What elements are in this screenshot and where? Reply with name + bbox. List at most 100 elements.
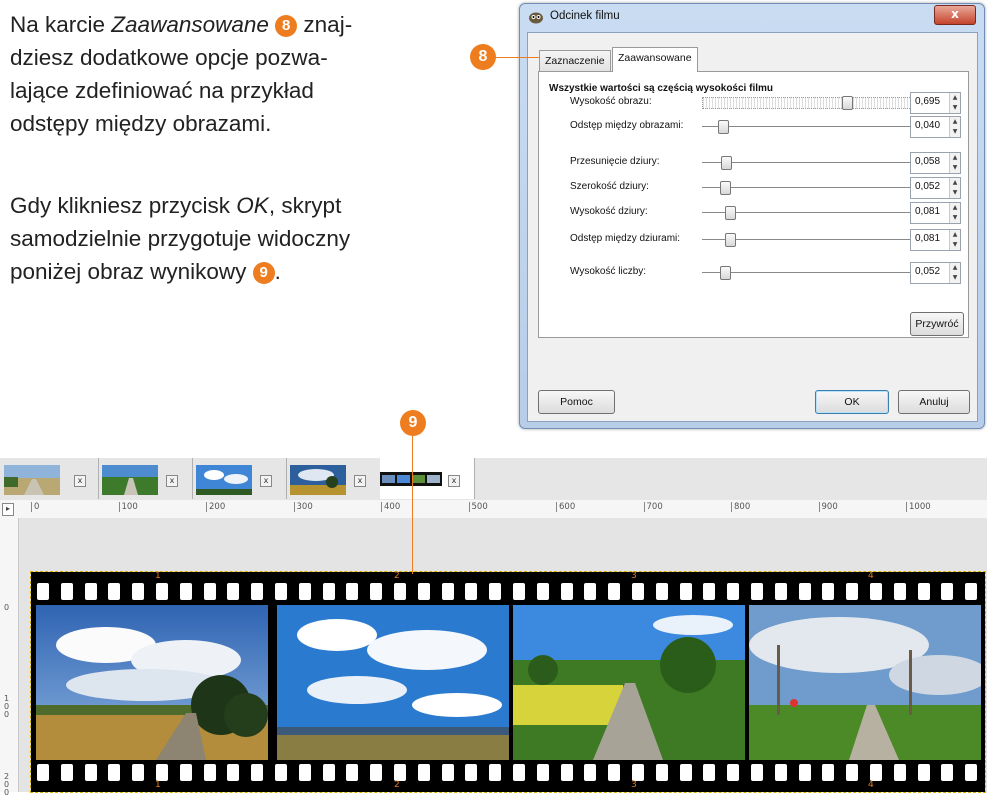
slider-label: Przesunięcie dziury: [570,156,660,167]
slider-thumb[interactable] [719,266,731,280]
close-tab-icon[interactable]: x [74,475,86,487]
dialog-title: Odcinek filmu [550,10,620,22]
slider-thumb[interactable] [842,96,854,110]
spinbox-value[interactable]: 0,081 [915,233,940,244]
film-strip-dialog: Odcinek filmu x Zaznaczenie Zaawansowane… [519,3,985,429]
sprocket-hole [632,583,644,600]
value-spinbox[interactable]: 0,058 ▲ ▼ [910,152,961,174]
spin-arrows-icon[interactable]: ▲ ▼ [949,263,960,283]
sprocket-hole [132,764,145,781]
sprocket-hole [132,583,145,600]
spinbox-value[interactable]: 0,695 [915,96,940,107]
sprocket-hole [798,764,811,781]
quick-mask-toggle-icon[interactable]: ▸ [2,503,14,516]
sprocket-hole [298,764,311,781]
close-tab-icon[interactable]: x [166,475,178,487]
sprocket-hole [822,764,835,781]
sprocket-hole [298,583,311,600]
close-tab-icon[interactable]: x [354,475,366,487]
text-line: dziesz dodatkowe opcje pozwa- [10,45,328,70]
spin-arrows-icon[interactable]: ▲ ▼ [949,153,960,173]
spin-arrows-icon[interactable]: ▲ ▼ [949,203,960,223]
slider-track[interactable] [702,162,920,163]
image-tab-3[interactable]: x [192,458,287,499]
value-spinbox[interactable]: 0,081 ▲ ▼ [910,229,961,251]
image-thumbnail [196,465,252,495]
image-tab-2[interactable]: x [98,458,193,499]
sprocket-hole [275,764,287,781]
sprocket-hole [489,764,502,781]
spin-arrows-icon[interactable]: ▲ ▼ [949,117,960,137]
film-frame-3 [513,605,745,760]
gimp-icon [529,12,543,24]
slider-track[interactable] [702,272,920,273]
sprocket-hole [417,583,430,600]
ok-button[interactable]: OK [815,390,889,414]
spinbox-value[interactable]: 0,081 [915,206,940,217]
sprocket-hole [227,764,240,781]
slider-thumb[interactable] [725,206,737,220]
image-tab-film-result[interactable]: x [380,458,475,499]
text-fragment: . [274,259,281,284]
sprocket-hole [394,583,406,600]
image-tab-4[interactable]: x [286,458,381,499]
sprocket-hole [846,764,859,781]
sprocket-hole [751,764,763,781]
spinbox-value[interactable]: 0,058 [915,156,940,167]
callout-8-line [494,57,540,58]
sprocket-hole [941,764,954,781]
sprocket-hole [774,583,787,600]
close-button[interactable]: x [934,5,976,25]
sprocket-hole [37,764,49,781]
slider-track[interactable] [702,187,920,188]
sprocket-hole [203,764,216,781]
help-button[interactable]: Pomoc [538,390,615,414]
close-tab-icon[interactable]: x [448,475,460,487]
sprocket-hole [584,583,597,600]
sprocket-hole [560,583,573,600]
ruler-label: 600 [556,502,575,512]
sprocket-hole [37,583,49,600]
sprocket-hole [655,583,668,600]
value-spinbox[interactable]: 0,052 ▲ ▼ [910,177,961,199]
sprocket-hole [679,583,692,600]
slider-thumb[interactable] [721,156,733,170]
image-thumbnail [4,465,60,495]
spin-arrows-icon[interactable]: ▲ ▼ [949,230,960,250]
reset-button[interactable]: Przywróć [910,312,964,336]
sprocket-hole [156,583,168,600]
slider-track[interactable] [702,126,920,127]
sprocket-hole [608,764,621,781]
value-spinbox[interactable]: 0,081 ▲ ▼ [910,202,961,224]
sprocket-hole [203,583,216,600]
close-tab-icon[interactable]: x [260,475,272,487]
horizontal-ruler[interactable]: ▸ 01002003004005006007008009001000110 [0,500,987,519]
ruler-label: 300 [293,502,313,512]
spin-arrows-icon[interactable]: ▲ ▼ [949,93,960,113]
slider-thumb[interactable] [719,181,731,195]
spinbox-value[interactable]: 0,052 [915,266,940,277]
value-spinbox[interactable]: 0,695 ▲ ▼ [910,92,961,114]
slider-thumb[interactable] [725,233,737,247]
intro-paragraph: Na karcie Zaawansowane 8 znaj- dziesz do… [10,8,435,140]
sprocket-hole [179,583,192,600]
sprocket-hole [774,764,787,781]
sprocket-hole [441,583,454,600]
callout-badge-8: 8 [275,15,298,37]
spin-arrows-icon[interactable]: ▲ ▼ [949,178,960,198]
tab-zaawansowane[interactable]: Zaawansowane [612,47,698,72]
spinbox-value[interactable]: 0,052 [915,181,940,192]
slider-thumb[interactable] [717,120,729,134]
cancel-button[interactable]: Anuluj [898,390,970,414]
image-thumbnail [290,465,346,495]
value-spinbox[interactable]: 0,040 ▲ ▼ [910,116,961,138]
vertical-ruler[interactable]: 0 1 0 0 2 0 0 [0,518,19,797]
tab-zaznaczenie[interactable]: Zaznaczenie [539,50,611,71]
image-tab-1[interactable]: x [0,458,99,499]
film-strip-image: 1 2 3 4 1 2 3 4 [30,571,986,793]
slider-track[interactable] [702,97,922,109]
dialog-titlebar[interactable]: Odcinek filmu x [520,4,984,30]
ok-reference: OK [236,193,269,218]
value-spinbox[interactable]: 0,052 ▲ ▼ [910,262,961,284]
spinbox-value[interactable]: 0,040 [915,120,940,131]
